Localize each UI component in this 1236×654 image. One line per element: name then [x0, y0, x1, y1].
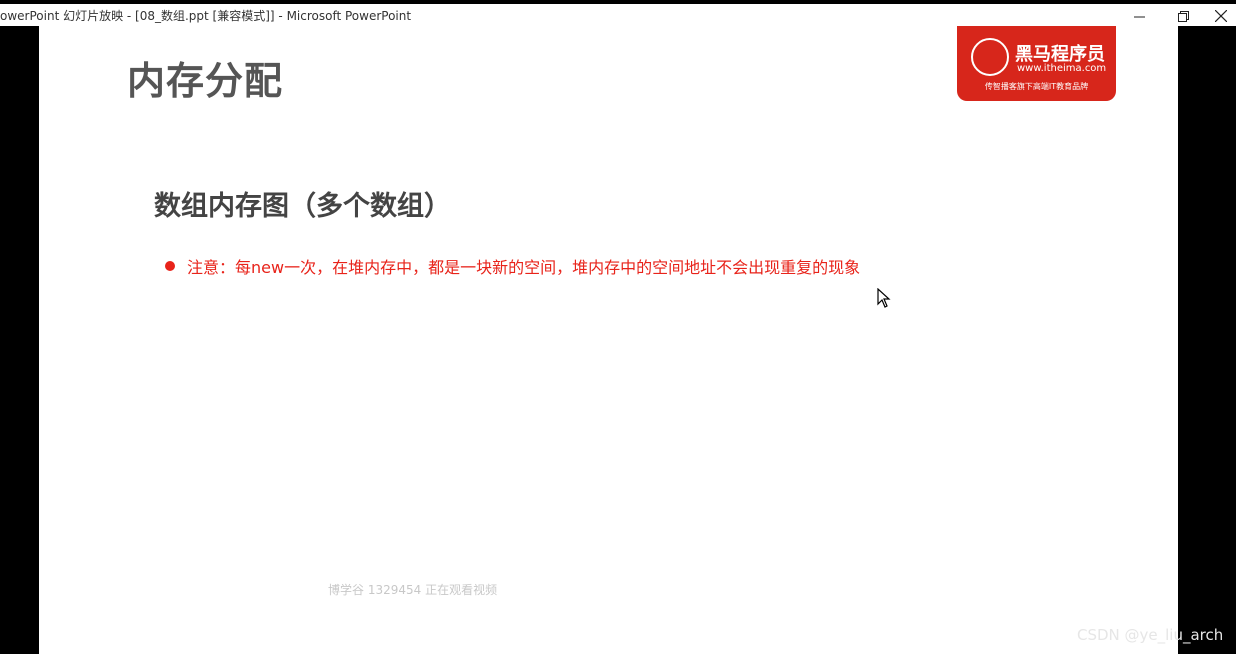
window-titlebar: owerPoint 幻灯片放映 - [08_数组.ppt [兼容模式]] - M… [0, 0, 1236, 26]
minimize-button[interactable] [1117, 5, 1161, 27]
window-title: owerPoint 幻灯片放映 - [08_数组.ppt [兼容模式]] - M… [0, 9, 412, 23]
slide-canvas[interactable]: 内存分配 黑马程序员 www.itheima.com 传智播客旗下高端IT教育品… [39, 26, 1178, 654]
logo-tagline: 传智播客旗下高端IT教育品牌 [984, 82, 1089, 91]
itheima-logo: 黑马程序员 www.itheima.com 传智播客旗下高端IT教育品牌 [957, 26, 1116, 101]
close-icon [1214, 10, 1227, 22]
close-button[interactable] [1205, 5, 1236, 27]
bullet-item: 注意：每new一次，在堆内存中，都是一块新的空间，堆内存中的空间地址不会出现重复… [165, 254, 860, 278]
bullet-text: 注意：每new一次，在堆内存中，都是一块新的空间，堆内存中的空间地址不会出现重复… [187, 258, 861, 277]
restore-button[interactable] [1161, 5, 1205, 27]
horse-logo-icon [971, 38, 1009, 76]
slide-title: 内存分配 [127, 59, 284, 103]
video-watermark: 博学谷 1329454 正在观看视频 [328, 583, 498, 597]
logo-url: www.itheima.com [1017, 63, 1107, 74]
minimize-icon [1133, 16, 1145, 17]
bullet-dot-icon [165, 261, 175, 271]
mouse-cursor-icon [877, 288, 891, 308]
restore-icon [1177, 10, 1189, 22]
csdn-watermark: CSDN @ye_liu_arch [1077, 626, 1224, 644]
slide-subtitle: 数组内存图（多个数组） [154, 191, 451, 222]
